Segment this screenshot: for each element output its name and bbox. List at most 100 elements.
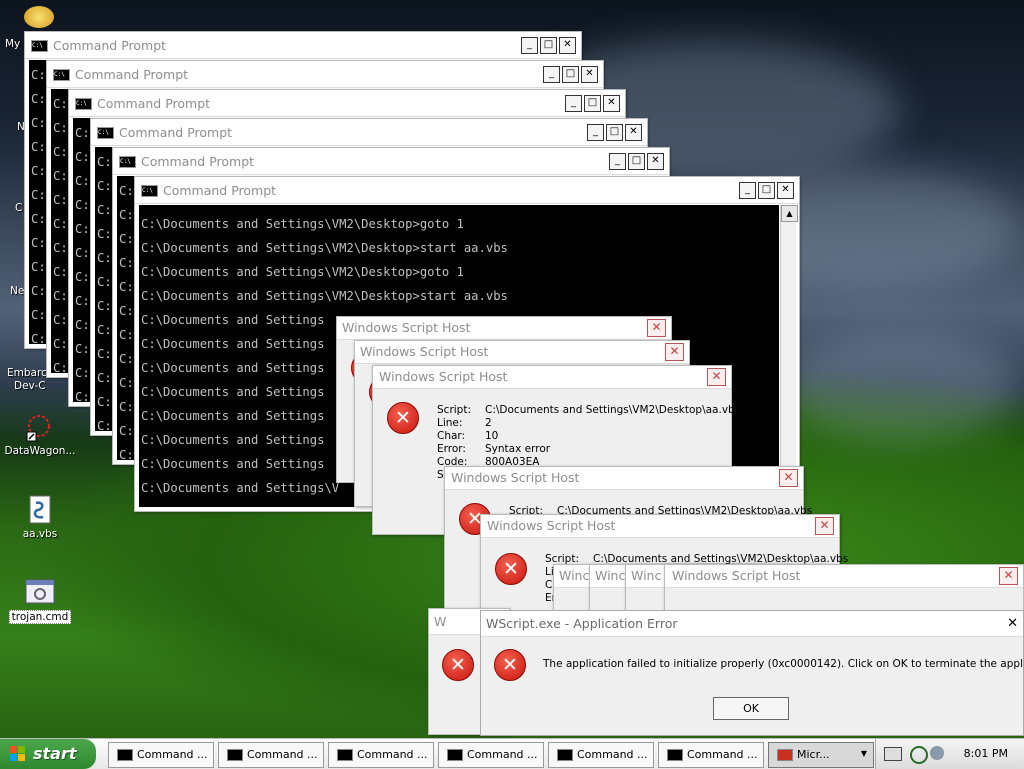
ok-button[interactable]: OK — [713, 697, 789, 720]
minimize-button[interactable]: _ — [543, 66, 560, 83]
maximize-button[interactable]: □ — [758, 182, 775, 199]
console-line: C: — [53, 313, 68, 327]
title-bar[interactable]: WScript.exe - Application Error ✕ — [481, 611, 1023, 637]
error-app-icon — [777, 749, 793, 761]
network-icon[interactable] — [930, 746, 944, 760]
title-bar[interactable]: C:\ Command Prompt _ □ ✕ — [25, 32, 581, 59]
desktop-icon-label: aa.vbs — [22, 528, 58, 540]
close-button[interactable]: ✕ — [647, 319, 666, 337]
title-bar[interactable]: C:\ Command Prompt _ □ ✕ — [135, 177, 799, 204]
desktop-label-partial: Ne — [10, 285, 25, 297]
scroll-up-icon[interactable]: ▲ — [781, 205, 798, 222]
cmd-icon — [447, 749, 463, 761]
title-bar[interactable]: Windows Script Host ✕ — [481, 515, 839, 538]
close-button[interactable]: ✕ — [999, 567, 1018, 585]
console-line: C: — [97, 347, 112, 361]
keyboard-icon[interactable] — [884, 747, 902, 761]
close-button[interactable]: ✕ — [603, 95, 620, 112]
console-line: C: — [31, 212, 46, 226]
taskbar-button-command-prompt[interactable]: Command ... — [218, 742, 324, 768]
detail-label: Line: — [437, 417, 463, 429]
console-line: C: — [119, 424, 134, 438]
title-bar[interactable]: C:\ Command Prompt _ □ ✕ — [69, 90, 625, 117]
desktop-icon-aa-vbs[interactable]: aa.vbs — [0, 495, 80, 540]
minimize-button[interactable]: _ — [565, 95, 582, 112]
console-line: C: — [119, 328, 134, 342]
detail-label: Script: — [437, 404, 471, 416]
close-button[interactable]: ✕ — [707, 368, 726, 386]
taskbar-button-command-prompt[interactable]: Command ... — [548, 742, 654, 768]
desktop-icon-trojan-cmd[interactable]: trojan.cmd — [0, 577, 80, 624]
console-line: C: — [53, 169, 68, 183]
start-button[interactable]: start — [0, 739, 96, 769]
close-button[interactable]: ✕ — [625, 124, 642, 141]
console-line: C: — [119, 232, 134, 246]
close-button[interactable]: ✕ — [815, 517, 834, 535]
console-line: C: — [31, 92, 46, 106]
taskbar-button-command-prompt[interactable]: Command ... — [658, 742, 764, 768]
close-button[interactable]: ✕ — [665, 343, 684, 361]
system-tray: 8:01 PM — [875, 739, 1024, 769]
minimize-button[interactable]: _ — [587, 124, 604, 141]
close-button[interactable]: ✕ — [559, 37, 576, 54]
start-label: start — [33, 744, 77, 763]
maximize-button[interactable]: □ — [540, 37, 557, 54]
console-line: C: — [31, 332, 46, 346]
console-line: C: — [97, 179, 112, 193]
minimize-button[interactable]: _ — [521, 37, 538, 54]
window-title: Command Prompt — [163, 183, 277, 198]
console-line: C: — [53, 265, 68, 279]
title-bar[interactable]: C:\ Command Prompt _ □ ✕ — [47, 61, 603, 88]
console-line: C: — [75, 318, 90, 332]
title-bar[interactable]: Windows Script Host ✕ — [445, 467, 803, 490]
taskbar-button-command-prompt[interactable]: Command ... — [438, 742, 544, 768]
maximize-button[interactable]: □ — [606, 124, 623, 141]
detail-value: 2 — [485, 417, 492, 429]
console-line: C: — [31, 284, 46, 298]
console-line: C: — [119, 376, 134, 390]
console-line: C: — [119, 256, 134, 270]
console-line: C: — [53, 217, 68, 231]
detail-label: Error: — [437, 443, 466, 455]
close-button[interactable]: ✕ — [779, 469, 798, 487]
title-bar[interactable]: C:\ Command Prompt _ □ ✕ — [113, 148, 669, 175]
close-button[interactable]: ✕ — [581, 66, 598, 83]
clock[interactable]: 8:01 PM — [964, 747, 1008, 760]
cmd-icon — [337, 749, 353, 761]
vertical-scrollbar[interactable]: ▲ — [780, 205, 798, 507]
dialog-title: Windows Script Host — [360, 344, 489, 359]
application-error-dialog[interactable]: WScript.exe - Application Error ✕ ✕ The a… — [480, 610, 1024, 736]
taskbar-button-command-prompt[interactable]: Command ... — [108, 742, 214, 768]
close-button[interactable]: ✕ — [647, 153, 664, 170]
close-button[interactable]: ✕ — [777, 182, 794, 199]
maximize-button[interactable]: □ — [628, 153, 645, 170]
maximize-button[interactable]: □ — [584, 95, 601, 112]
my-documents-icon[interactable] — [24, 6, 54, 28]
taskbar-button-command-prompt[interactable]: Command ... — [328, 742, 434, 768]
desktop-label-partial: Dev-C — [14, 380, 46, 392]
console-line: C:\Documents and Settings — [141, 409, 325, 423]
cmd-icon: C:\ — [97, 127, 114, 139]
title-bar[interactable]: C:\ Command Prompt _ □ ✕ — [91, 119, 647, 146]
close-button[interactable]: ✕ — [1007, 616, 1018, 631]
console-line: C:\Documents and Settings — [141, 433, 325, 447]
taskbar-button-label: Micr... — [797, 748, 830, 761]
title-bar[interactable]: Windows Script Host ✕ — [337, 317, 671, 340]
title-bar[interactable]: Windows Script Host ✕ — [355, 341, 689, 364]
taskbar-button-group[interactable]: Micr... ▼ — [768, 742, 874, 768]
console-line: C:\Documents and Settings — [141, 361, 325, 375]
window-title: Command Prompt — [119, 125, 233, 140]
desktop-icon-datawagon[interactable]: DataWagon... — [0, 412, 80, 457]
dialog-title: Winc — [631, 568, 662, 583]
maximize-button[interactable]: □ — [562, 66, 579, 83]
title-bar[interactable]: Windows Script Host ✕ — [665, 565, 1023, 588]
error-icon: ✕ — [442, 649, 474, 681]
taskbar: start Command ... Command ... Command ..… — [0, 738, 1024, 769]
detail-value: C:\Documents and Settings\VM2\Desktop\aa… — [485, 404, 741, 416]
title-bar[interactable]: Windows Script Host ✕ — [373, 366, 731, 389]
minimize-button[interactable]: _ — [739, 182, 756, 199]
dialog-title: Winc — [559, 568, 590, 583]
minimize-button[interactable]: _ — [609, 153, 626, 170]
console-line: C: — [75, 270, 90, 284]
security-icon[interactable] — [910, 746, 928, 764]
